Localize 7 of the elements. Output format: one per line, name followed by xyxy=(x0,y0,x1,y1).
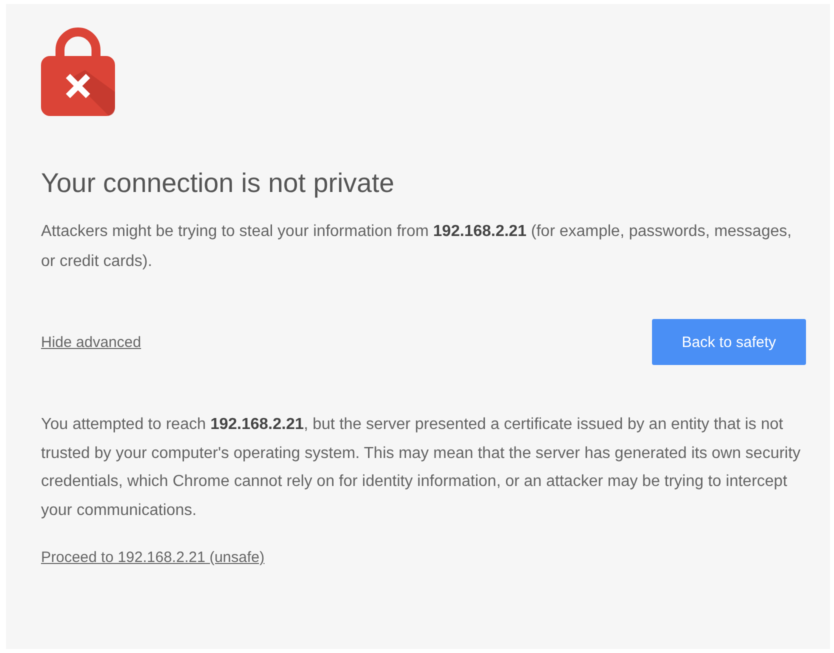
hide-advanced-link[interactable]: Hide advanced xyxy=(41,334,142,350)
proceed-link[interactable]: Proceed to 192.168.2.21 (unsafe) xyxy=(41,549,264,566)
warning-message: Attackers might be trying to steal your information from 192.168.2.21 (for example, passwords, messages, or credit cards). xyxy=(41,222,793,272)
details-paragraph: You attempted to reach 192.168.2.21, but the server presented a certificate issued by an entity that is not trusted by your computer's operating system. This may mean that the server has generated its own security credentials, which Chrome cannot rely on for identity information, or an attacker may be trying to intercept your communications. xyxy=(41,415,802,520)
back-to-safety-button[interactable]: Back to safety xyxy=(652,319,806,365)
page-heading: Your connection is not private xyxy=(41,168,396,199)
lock-error-icon xyxy=(41,26,115,116)
